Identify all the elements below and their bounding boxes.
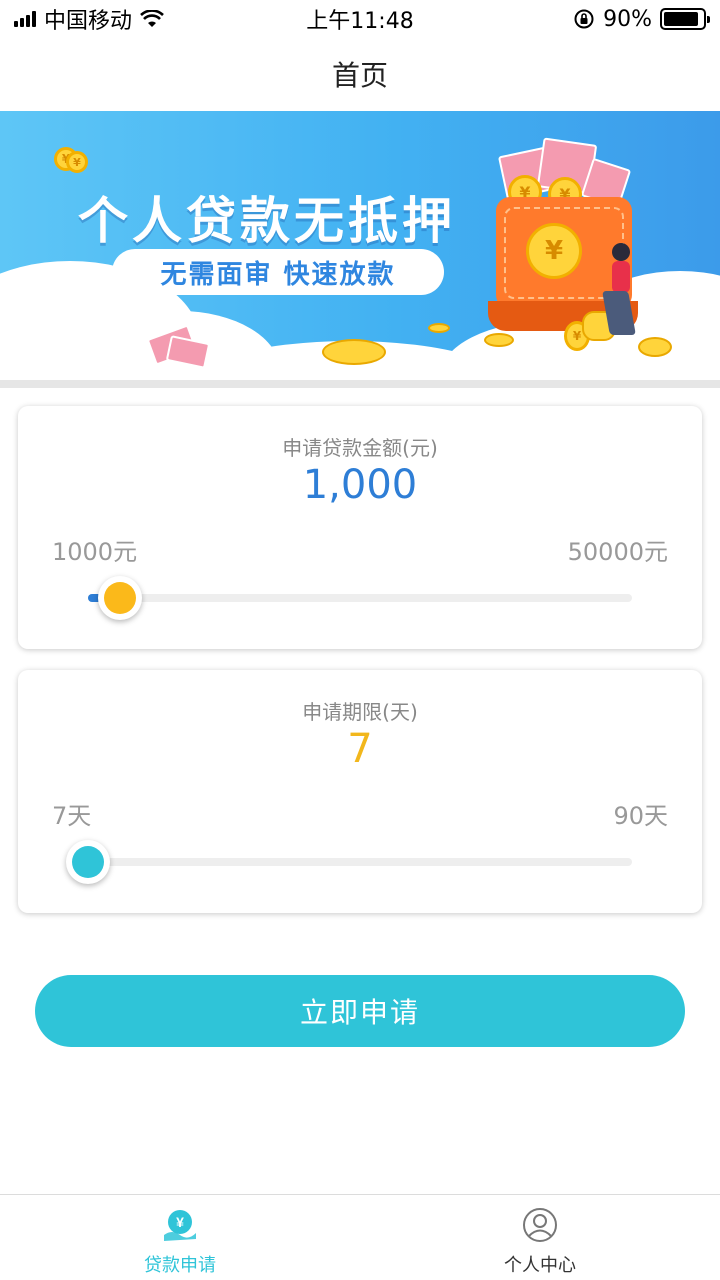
amount-label: 申请贷款金额(元) <box>282 436 438 460</box>
term-slider-handle[interactable] <box>66 840 110 884</box>
amount-slider-handle[interactable] <box>98 576 142 620</box>
banner-tagline: 无需面审 快速放款 <box>112 249 444 295</box>
term-value: 7 <box>347 726 373 772</box>
coin-stack-icon <box>322 339 386 365</box>
user-icon <box>523 1208 557 1242</box>
amount-card: 申请贷款金额(元) 1,000 1000元 50000元 <box>18 406 702 649</box>
battery-level <box>664 12 699 26</box>
coin-icon: ¥ <box>526 223 582 279</box>
amount-max-label: 50000元 <box>567 538 668 566</box>
coin-icon <box>484 333 514 347</box>
tab-bar: ¥ 贷款申请 个人中心 <box>0 1194 720 1280</box>
term-card: 申请期限(天) 7 7天 90天 <box>18 670 702 913</box>
term-label: 申请期限(天) <box>302 700 418 724</box>
person-figure <box>612 261 630 293</box>
apply-button[interactable]: 立即申请 <box>35 975 685 1047</box>
coin-icon: ¥ <box>66 151 88 173</box>
promo-banner[interactable]: ¥ ¥ 个人贷款无抵押 无需面审 快速放款 ¥ ¥ ¥ ¥ <box>0 111 720 381</box>
svg-text:¥: ¥ <box>176 1214 184 1230</box>
banner-divider <box>0 380 720 388</box>
term-slider-dot <box>72 846 104 878</box>
term-min-label: 7天 <box>52 802 92 830</box>
battery-icon <box>660 8 710 30</box>
amount-value: 1,000 <box>302 462 418 508</box>
loan-icon: ¥ <box>164 1210 196 1241</box>
tab-label: 个人中心 <box>504 1255 576 1276</box>
coin-icon <box>428 323 450 333</box>
nav-bar: 首页 <box>0 38 720 110</box>
page-title: 首页 <box>331 59 388 92</box>
person-figure <box>612 243 630 261</box>
tab-loan-apply[interactable]: ¥ 贷款申请 <box>0 1195 360 1280</box>
banner-headline: 个人贷款无抵押 <box>78 192 456 250</box>
tab-label: 贷款申请 <box>144 1255 216 1276</box>
term-max-label: 90天 <box>613 802 668 830</box>
amount-min-label: 1000元 <box>52 538 138 566</box>
coin-stack-icon <box>638 337 672 357</box>
tab-profile[interactable]: 个人中心 <box>360 1195 720 1280</box>
status-bar: 中国移动 上午11:48 90% <box>0 0 720 38</box>
amount-slider-dot <box>104 582 136 614</box>
term-slider-track[interactable] <box>88 858 632 866</box>
status-time: 上午11:48 <box>306 9 414 34</box>
amount-slider-track[interactable] <box>88 594 632 602</box>
